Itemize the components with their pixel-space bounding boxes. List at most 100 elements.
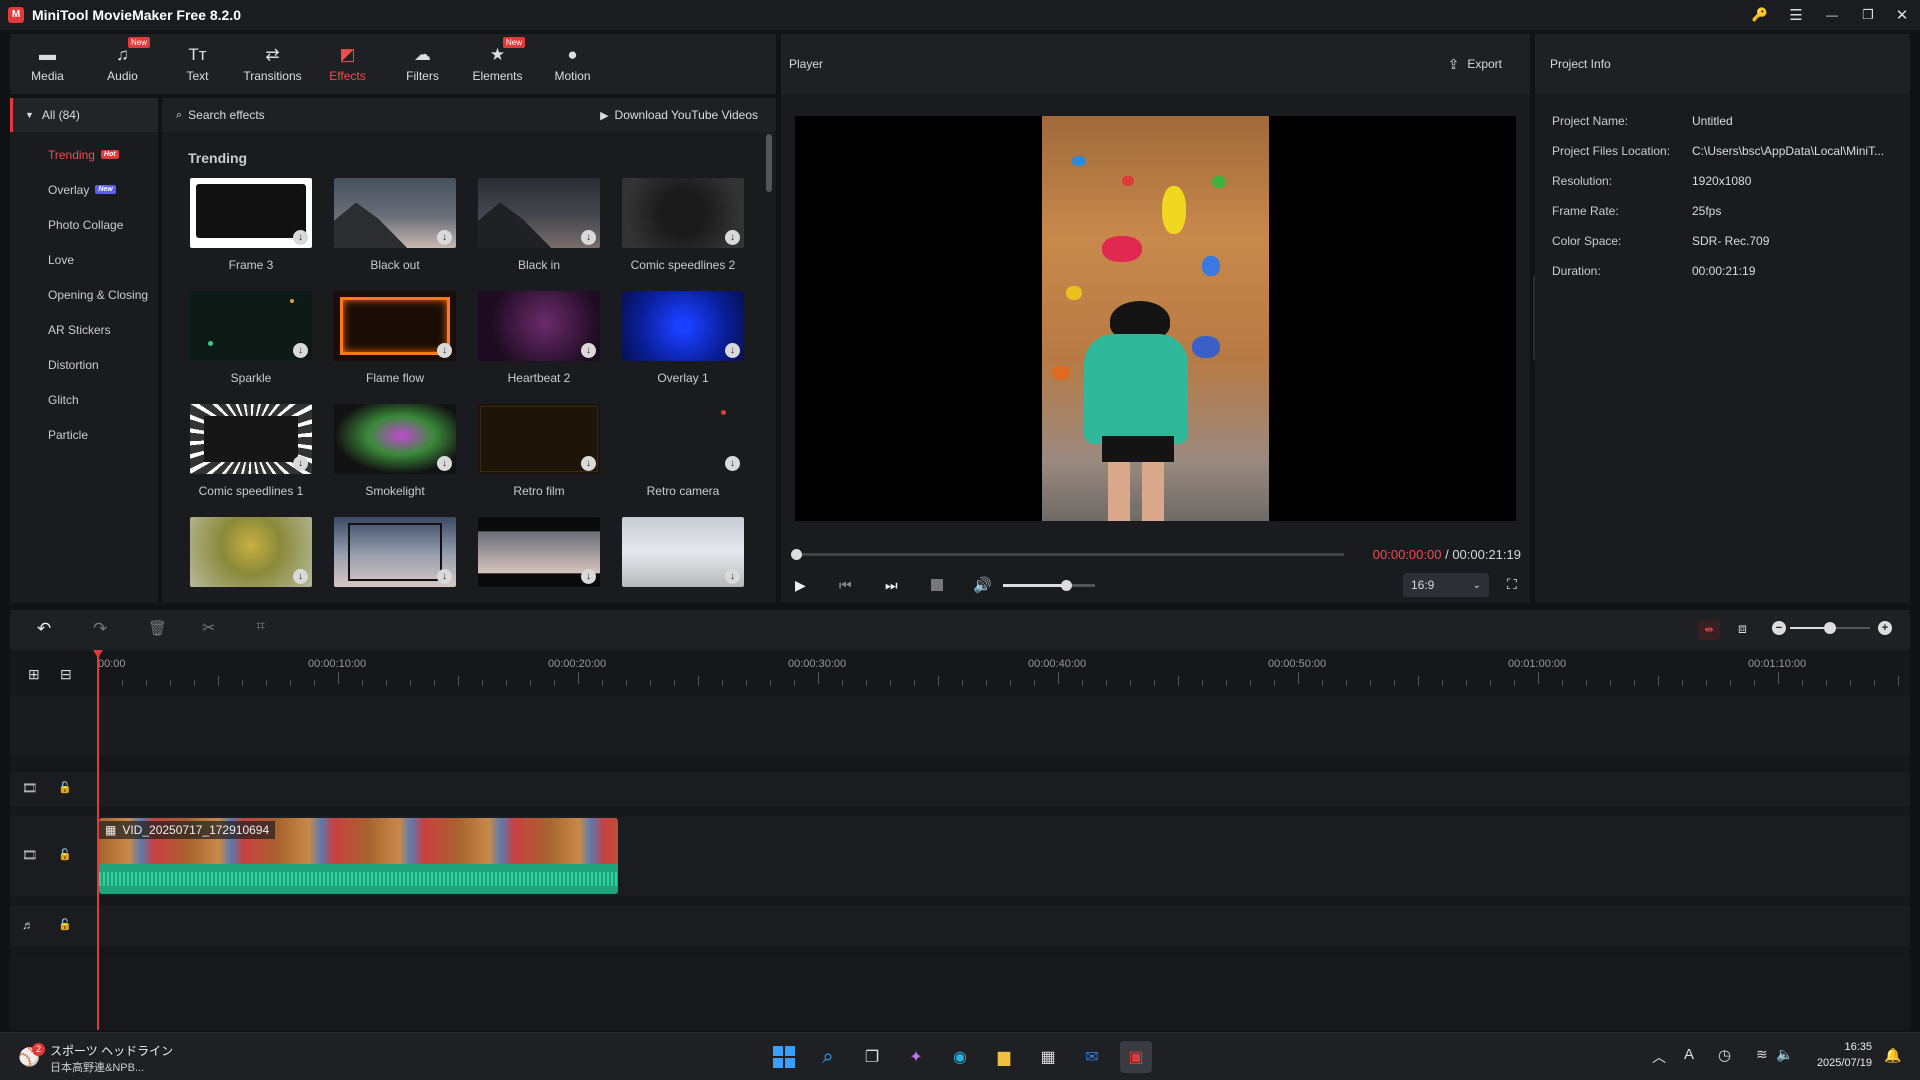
zoom-in-icon[interactable]: +: [1878, 621, 1892, 635]
download-icon[interactable]: ↓: [293, 456, 308, 471]
download-icon[interactable]: ↓: [725, 569, 740, 584]
tool-audio[interactable]: New ♫ Audio: [85, 34, 160, 94]
tool-effects[interactable]: ◩ Effects: [310, 34, 385, 94]
menu-icon[interactable]: ☰: [1778, 0, 1814, 30]
key-icon[interactable]: 🔑: [1742, 0, 1778, 30]
windows-start-icon[interactable]: [768, 1041, 800, 1073]
download-icon[interactable]: ↓: [581, 569, 596, 584]
download-icon[interactable]: ↓: [437, 569, 452, 584]
copilot-icon[interactable]: ✦: [900, 1041, 932, 1073]
search-effects[interactable]: ⌕ Search effects: [176, 108, 265, 122]
volume-handle[interactable]: [1060, 580, 1072, 591]
play-icon[interactable]: ▶: [795, 577, 806, 594]
clock-sync-icon[interactable]: ◷: [1718, 1046, 1731, 1064]
taskbar-date[interactable]: 2025/07/19: [1800, 1057, 1872, 1069]
chevron-up-icon[interactable]: ︿: [1652, 1047, 1666, 1067]
download-icon[interactable]: ↓: [293, 569, 308, 584]
effect-thumb-flame-flow[interactable]: ↓: [334, 291, 456, 361]
crop-icon[interactable]: ⌗: [256, 618, 265, 636]
effects-scrollbar[interactable]: [766, 134, 772, 192]
zoom-out-icon[interactable]: −: [1772, 621, 1786, 635]
effect-thumb-frame-3[interactable]: ↓: [190, 178, 312, 248]
effect-thumb-bird[interactable]: ↓: [190, 517, 312, 587]
news-title[interactable]: スポーツ ヘッドライン: [50, 1042, 173, 1059]
download-icon[interactable]: ↓: [581, 343, 596, 358]
download-icon[interactable]: ↓: [293, 230, 308, 245]
effect-thumb-mountain-2[interactable]: ↓: [478, 517, 600, 587]
notification-icon[interactable]: 🔔: [1884, 1047, 1901, 1064]
tool-filters[interactable]: ☁ Filters: [385, 34, 460, 94]
redo-icon[interactable]: ↷: [93, 619, 107, 639]
effect-thumb-overlay-1[interactable]: ↓: [622, 291, 744, 361]
category-photo-collage[interactable]: Photo Collage: [10, 207, 158, 242]
effect-thumb-retro-film[interactable]: ↓: [478, 404, 600, 474]
delete-icon[interactable]: 🗑: [148, 619, 167, 637]
task-view-icon[interactable]: ❐: [856, 1041, 888, 1073]
edge-icon[interactable]: ◉: [944, 1041, 976, 1073]
category-overlay[interactable]: Overlay New: [10, 172, 158, 207]
category-ar-stickers[interactable]: AR Stickers: [10, 312, 158, 347]
effect-thumb-mountain-1[interactable]: ↓: [334, 517, 456, 587]
lock-icon[interactable]: 🔓: [58, 848, 72, 861]
effect-thumb-comic-speedlines-1[interactable]: ↓: [190, 404, 312, 474]
download-icon[interactable]: ↓: [437, 343, 452, 358]
download-icon[interactable]: ↓: [581, 230, 596, 245]
volume-track[interactable]: [1003, 584, 1095, 587]
effect-thumb-sparkle[interactable]: ↓: [190, 291, 312, 361]
category-particle[interactable]: Particle: [10, 417, 158, 452]
close-button[interactable]: ✕: [1884, 0, 1920, 30]
tool-media[interactable]: ▬ Media: [10, 34, 85, 94]
category-distortion[interactable]: Distortion: [10, 347, 158, 382]
download-icon[interactable]: ↓: [725, 456, 740, 471]
lock-icon[interactable]: 🔓: [58, 781, 72, 794]
split-icon[interactable]: ✂: [202, 618, 215, 638]
store-icon[interactable]: ▦: [1032, 1041, 1064, 1073]
download-icon[interactable]: ↓: [437, 456, 452, 471]
lock-icon[interactable]: 🔓: [58, 918, 72, 931]
download-icon[interactable]: ↓: [293, 343, 308, 358]
download-youtube-button[interactable]: ▶ Download YouTube Videos: [600, 108, 758, 122]
seek-bar[interactable]: [791, 553, 1344, 556]
export-button[interactable]: ⇪ Export: [1448, 56, 1502, 73]
news-subtitle[interactable]: 日本高野連&NPB...: [50, 1059, 144, 1075]
category-opening-closing[interactable]: Opening & Closing: [10, 277, 158, 312]
tool-transitions[interactable]: ⇄ Transitions: [235, 34, 310, 94]
zoom-handle[interactable]: [1824, 622, 1836, 634]
volume-icon[interactable]: 🔊: [973, 576, 992, 594]
video-clip[interactable]: ▦ VID_20250717_172910694: [99, 818, 618, 894]
search-icon[interactable]: ⌕: [812, 1041, 844, 1073]
file-explorer-icon[interactable]: ▆: [988, 1041, 1020, 1073]
tool-motion[interactable]: ● Motion: [535, 34, 610, 94]
download-icon[interactable]: ↓: [437, 230, 452, 245]
effect-thumb-mountain-3[interactable]: ↓: [622, 517, 744, 587]
moviemaker-taskbar-icon[interactable]: ▣: [1120, 1041, 1152, 1073]
add-track-icon[interactable]: ⊞: [28, 666, 40, 683]
effect-thumb-retro-camera[interactable]: ↓: [622, 404, 744, 474]
previous-frame-icon[interactable]: ⏮: [839, 577, 852, 594]
stop-icon[interactable]: [931, 579, 943, 591]
undo-icon[interactable]: ↶: [37, 619, 51, 639]
video-preview[interactable]: [795, 116, 1516, 521]
effect-thumb-heartbeat-2[interactable]: ↓: [478, 291, 600, 361]
category-glitch[interactable]: Glitch: [10, 382, 158, 417]
news-widget-icon[interactable]: ⚾ 2: [18, 1043, 46, 1071]
ime-indicator[interactable]: A: [1684, 1046, 1694, 1063]
playhead[interactable]: [97, 650, 99, 1030]
ruler-ticks[interactable]: 00:00 00:00:10:00 00:00:20:00 00:00:30:00 00…: [98, 650, 1908, 696]
fit-timeline-icon[interactable]: ⇹: [1698, 620, 1720, 640]
download-icon[interactable]: ↓: [725, 230, 740, 245]
outlook-icon[interactable]: ✉: [1076, 1041, 1108, 1073]
fullscreen-icon[interactable]: ⛶: [1507, 576, 1517, 593]
tool-text[interactable]: Tт Text: [160, 34, 235, 94]
effect-thumb-black-in[interactable]: ↓: [478, 178, 600, 248]
category-all[interactable]: ▼ All (84): [10, 98, 158, 132]
wifi-icon[interactable]: ≋: [1756, 1046, 1768, 1063]
download-icon[interactable]: ↓: [725, 343, 740, 358]
category-trending[interactable]: Trending Hot: [10, 137, 158, 172]
seek-handle[interactable]: [791, 549, 802, 560]
remove-track-icon[interactable]: ⊟: [60, 666, 72, 683]
aspect-ratio-select[interactable]: 16:9 ⌄: [1403, 573, 1489, 597]
taskbar-time[interactable]: 16:35: [1800, 1041, 1872, 1053]
effect-thumb-black-out[interactable]: ↓: [334, 178, 456, 248]
effect-thumb-smokelight[interactable]: ↓: [334, 404, 456, 474]
